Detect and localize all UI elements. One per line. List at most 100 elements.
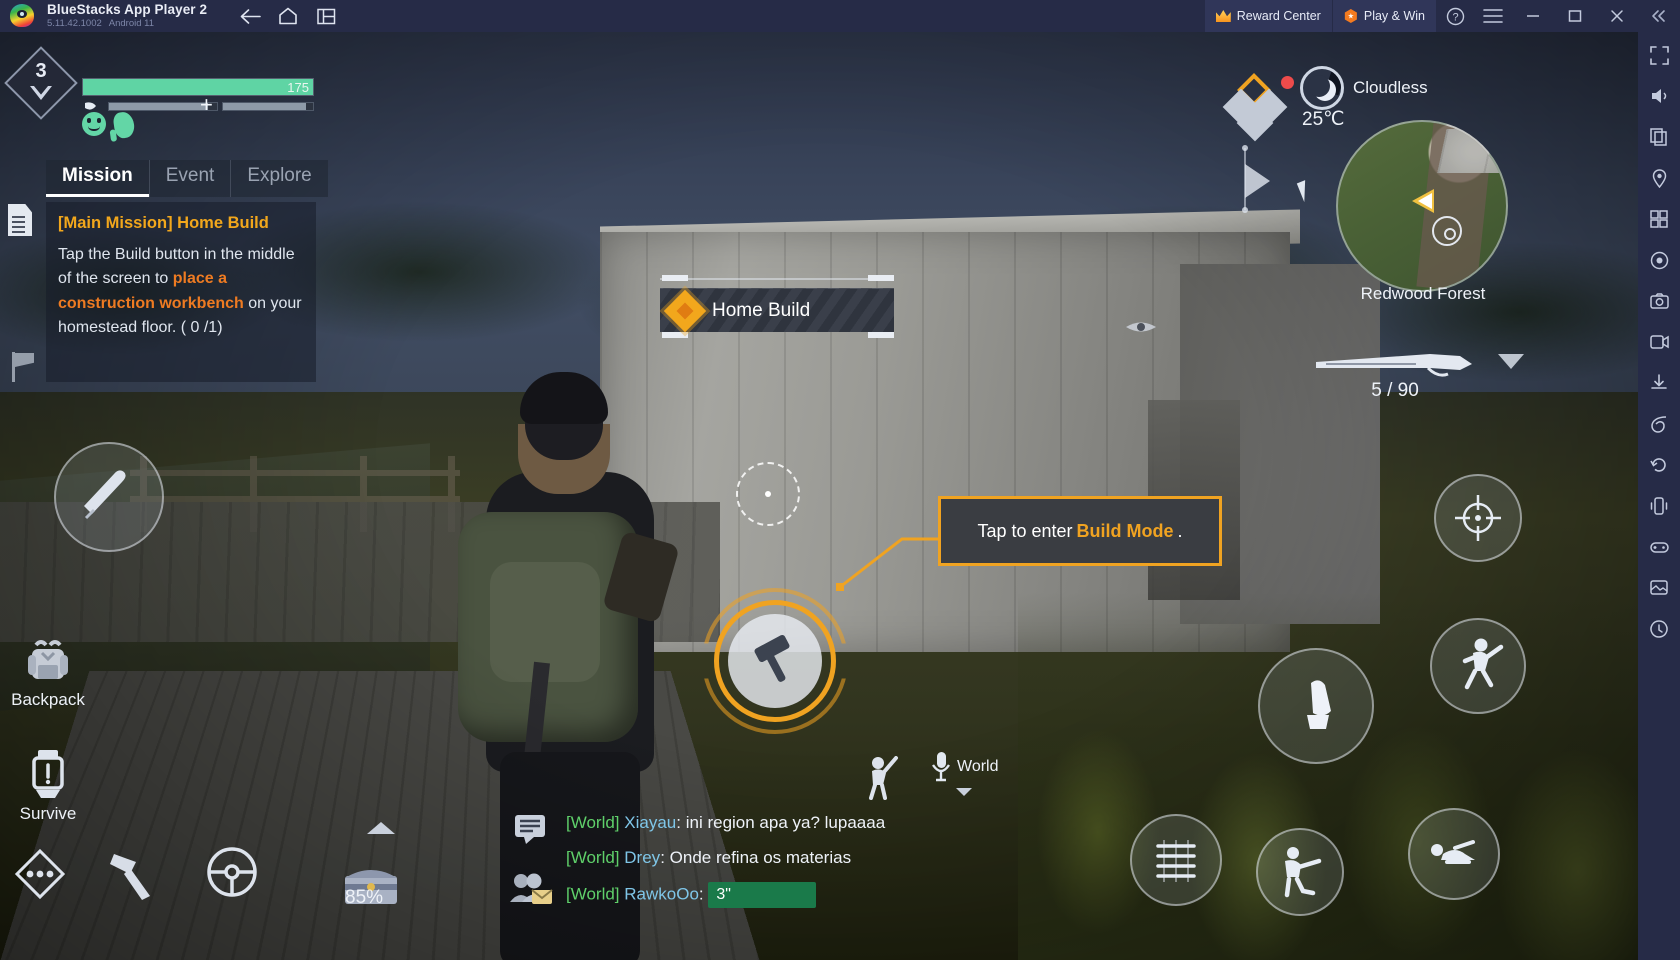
objective-banner: Home Build [660,288,894,333]
titlebar-right: Reward Center Play & Win ? [1204,0,1680,32]
map-expand-icon[interactable] [1245,164,1270,198]
crouch-button[interactable] [1256,828,1344,916]
objective-flag-icon [10,352,36,382]
minimap[interactable] [1336,120,1508,292]
location-icon[interactable] [1642,161,1676,195]
app-version-row: 5.11.42.1002 Android 11 [47,19,207,29]
android-version: Android 11 [108,18,155,30]
fire-button[interactable] [1258,648,1374,764]
banner-tick-bottom-left [662,332,688,338]
map-location-label: Redwood Forest [1360,284,1486,303]
game-viewport[interactable]: 3 175 + Mission Event Explore [Main Miss… [0,32,1638,960]
medical-bar [222,102,314,111]
level-badge: 3 [4,46,78,120]
screenshot-icon[interactable] [1642,284,1676,318]
android-nav-buttons [233,1,343,31]
crosshair [736,462,800,526]
tab-explore[interactable]: Explore [230,160,328,197]
chat-text: Onde refina os materias [669,847,852,867]
tab-event[interactable]: Event [148,160,231,197]
more-actions-button[interactable] [12,846,68,907]
backpack-label: Backpack [11,690,85,709]
menu-button[interactable] [1474,0,1512,32]
vehicle-button[interactable] [204,844,260,905]
shake-icon[interactable] [1642,489,1676,523]
notification-dot [1281,76,1294,89]
copy-icon[interactable] [1642,120,1676,154]
backpack-button[interactable]: Backpack [0,632,96,710]
gamepad-icon[interactable] [1642,530,1676,564]
health-bar: 175 [82,78,314,96]
video-icon[interactable] [1642,325,1676,359]
recents-button[interactable] [309,1,343,31]
chat-message[interactable]: [World] Drey: Onde refina os materias [566,847,1036,870]
collapse-sidebar-button[interactable] [1638,0,1680,32]
chat-message[interactable]: [World] RawkoOo: 3" [566,881,1036,908]
reward-center-label: Reward Center [1236,9,1321,23]
jump-button[interactable] [1430,618,1526,714]
app-title: BlueStacks App Player 2 [47,1,208,17]
hammer-icon [749,633,801,687]
chat-channel: [World] [566,813,620,832]
ammo-counter: 5 / 90 [1371,380,1419,401]
prone-button[interactable] [1408,808,1500,900]
voice-message-bar[interactable]: 3" [708,881,817,908]
weather-widget: Cloudless [1300,66,1428,110]
microphone-icon [932,752,950,782]
chat-user: Xiayau [624,813,677,832]
trim-memory-icon[interactable] [1642,612,1676,646]
play-and-win-label: Play & Win [1363,9,1425,23]
chat-user: RawkoOo [624,884,699,904]
reward-center-button[interactable]: Reward Center [1204,0,1332,32]
back-button[interactable] [233,1,267,31]
home-button[interactable] [271,1,305,31]
volume-icon[interactable] [1642,79,1676,113]
tab-mission[interactable]: Mission [46,160,149,197]
voice-chat-button[interactable]: World [930,750,999,784]
survive-button[interactable]: Survive [0,746,96,824]
backpack-icon [0,632,96,688]
eco-mode-icon[interactable] [1642,407,1676,441]
expand-chevron-icon[interactable] [365,820,397,841]
multi-instance-icon[interactable] [1642,202,1676,236]
rotate-icon[interactable] [1642,448,1676,482]
voice-channel-chevron-icon[interactable] [955,784,973,802]
chat-panel[interactable]: [World] Xiayau: ini region apa ya? lupaa… [566,812,1036,920]
app-title-block: BlueStacks App Player 2 5.11.42.1002 Andr… [47,1,208,29]
chat-text: ini region apa ya? lupaaaa [685,813,886,832]
fullscreen-icon[interactable] [1642,38,1676,72]
stomach-icon [112,110,140,140]
tab-mission-label: Mission [62,165,133,186]
tooltip-accent: Build Mode [1076,520,1174,541]
mission-panel[interactable]: [Main Mission] Home Build Tap the Build … [46,202,316,382]
install-apk-icon[interactable] [1642,366,1676,400]
chat-icon[interactable] [514,814,550,844]
build-mode-button[interactable] [702,588,848,734]
close-button[interactable] [1596,0,1638,32]
svg-text:?: ? [1452,11,1458,23]
tooltip-leader-line [836,529,942,591]
quick-menu-icon[interactable] [1222,73,1294,142]
reload-button[interactable] [1130,814,1222,906]
app-window: BlueStacks App Player 2 5.11.42.1002 Andr… [0,0,1680,960]
minimize-button[interactable] [1512,0,1554,32]
help-button[interactable]: ? [1436,0,1474,32]
melee-slot-button[interactable] [54,442,164,552]
mission-description: Tap the Build button in the middle of th… [58,243,304,340]
bluestacks-sidebar [1638,32,1680,960]
maximize-button[interactable] [1554,0,1596,32]
macro-icon[interactable] [1642,243,1676,277]
tool-hammer-button[interactable] [106,844,164,907]
banner-rule [660,278,894,280]
aim-button[interactable] [1434,474,1522,562]
media-manager-icon[interactable] [1642,571,1676,605]
chat-message[interactable]: [World] Xiayau: ini region apa ya? lupaa… [566,812,1036,835]
weapon-switch-chevron-icon[interactable] [1498,354,1524,369]
level-value: 3 [35,60,47,82]
play-and-win-button[interactable]: Play & Win [1331,0,1436,32]
mission-title: [Main Mission] Home Build [58,214,269,232]
friends-icon[interactable] [508,872,556,906]
titlebar: BlueStacks App Player 2 5.11.42.1002 Andr… [0,0,1680,32]
emote-button[interactable] [862,756,902,805]
objective-diamond-icon [663,289,707,333]
